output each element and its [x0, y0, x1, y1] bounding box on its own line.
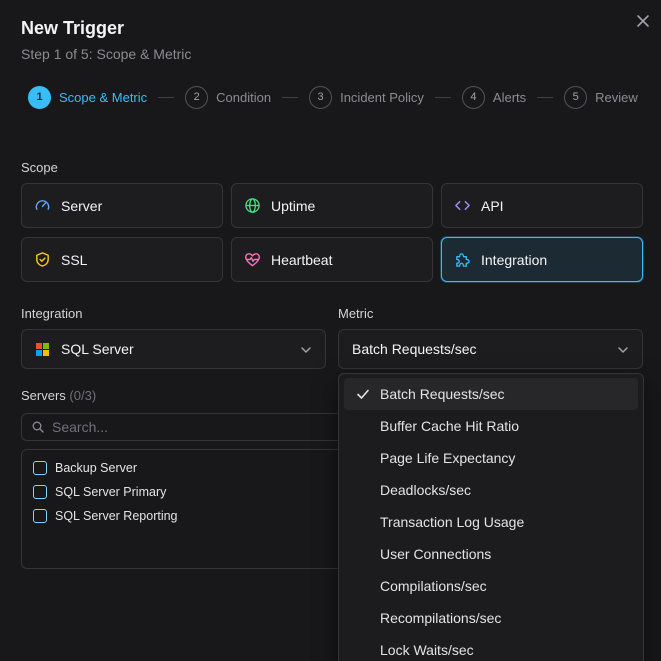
- metric-option-label: Batch Requests/sec: [380, 386, 505, 402]
- stepper: 1 Scope & Metric 2 Condition 3 Incident …: [28, 85, 638, 109]
- step-review[interactable]: 5 Review: [564, 85, 638, 109]
- server-name: SQL Server Reporting: [55, 509, 178, 523]
- metric-option[interactable]: Batch Requests/sec: [344, 378, 638, 410]
- server-search: [21, 413, 351, 441]
- integration-label: Integration: [21, 306, 83, 321]
- metric-option-label: Transaction Log Usage: [380, 514, 525, 530]
- step-label: Scope & Metric: [59, 89, 148, 105]
- metric-option[interactable]: Buffer Cache Hit Ratio: [344, 410, 638, 442]
- dialog-title: New Trigger: [21, 18, 125, 38]
- server-name: SQL Server Primary: [55, 485, 167, 499]
- metric-option[interactable]: Deadlocks/sec: [344, 474, 638, 506]
- puzzle-icon: [454, 251, 471, 268]
- scope-option-label: Uptime: [271, 197, 316, 214]
- metric-value: Batch Requests/sec: [352, 341, 477, 357]
- heart-pulse-icon: [244, 251, 261, 268]
- scope-option-heartbeat[interactable]: Heartbeat: [231, 237, 433, 282]
- step-condition[interactable]: 2 Condition: [185, 85, 272, 109]
- scope-option-label: Heartbeat: [271, 251, 333, 268]
- metric-option[interactable]: Transaction Log Usage: [344, 506, 638, 538]
- microsoft-logo-icon: [36, 342, 49, 356]
- step-label: Alerts: [492, 89, 527, 105]
- close-icon[interactable]: [634, 12, 652, 30]
- dialog-subtitle: Step 1 of 5: Scope & Metric: [21, 46, 192, 62]
- scope-label: Scope: [21, 160, 58, 175]
- metric-label: Metric: [338, 306, 374, 321]
- shield-icon: [34, 251, 51, 268]
- metric-dropdown: Batch Requests/sec Buffer Cache Hit Rati…: [338, 373, 644, 661]
- scope-option-label: Server: [61, 197, 103, 214]
- server-name: Backup Server: [55, 461, 137, 475]
- search-input[interactable]: [52, 419, 332, 435]
- metric-option[interactable]: User Connections: [344, 538, 638, 570]
- scope-option-label: SSL: [61, 251, 88, 268]
- checkbox[interactable]: [33, 461, 47, 475]
- metric-select[interactable]: Batch Requests/sec: [338, 329, 643, 369]
- checkbox[interactable]: [33, 485, 47, 499]
- server-item-reporting[interactable]: SQL Server Reporting: [22, 504, 350, 528]
- metric-option[interactable]: Recompilations/sec: [344, 602, 638, 634]
- chevron-down-icon: [616, 343, 630, 357]
- metric-option-label: Recompilations/sec: [380, 610, 502, 626]
- step-separator: [158, 96, 175, 98]
- metric-option[interactable]: Page Life Expectancy: [344, 442, 638, 474]
- step-number: 5: [564, 85, 588, 109]
- step-number: 3: [309, 85, 333, 109]
- step-number: 4: [461, 85, 485, 109]
- step-separator: [282, 96, 299, 98]
- metric-option-label: Compilations/sec: [380, 578, 487, 594]
- metric-option[interactable]: Compilations/sec: [344, 570, 638, 602]
- metric-option-label: User Connections: [380, 546, 492, 562]
- step-scope-metric[interactable]: 1 Scope & Metric: [28, 85, 148, 109]
- integration-select[interactable]: SQL Server: [21, 329, 326, 369]
- metric-option-label: Buffer Cache Hit Ratio: [380, 418, 520, 434]
- step-incident-policy[interactable]: 3 Incident Policy: [309, 85, 424, 109]
- gauge-icon: [34, 197, 51, 214]
- scope-option-uptime[interactable]: Uptime: [231, 183, 433, 228]
- step-separator: [434, 96, 451, 98]
- servers-count: (0/3): [69, 388, 97, 403]
- globe-icon: [244, 197, 261, 214]
- scope-option-label: Integration: [481, 251, 548, 268]
- servers-label: Servers (0/3): [21, 388, 96, 403]
- scope-options: Server Uptime API SSL Heartbeat Integrat…: [21, 183, 643, 282]
- chevron-down-icon: [299, 343, 313, 357]
- scope-option-label: API: [481, 197, 504, 214]
- servers-label-text: Servers: [21, 388, 66, 403]
- metric-option-label: Deadlocks/sec: [380, 482, 472, 498]
- step-separator: [537, 96, 554, 98]
- server-item-backup[interactable]: Backup Server: [22, 456, 350, 480]
- step-label: Incident Policy: [340, 89, 424, 105]
- scope-option-server[interactable]: Server: [21, 183, 223, 228]
- metric-option-label: Page Life Expectancy: [380, 450, 516, 466]
- server-item-primary[interactable]: SQL Server Primary: [22, 480, 350, 504]
- checkbox[interactable]: [33, 509, 47, 523]
- search-icon: [32, 421, 44, 433]
- step-label: Review: [595, 89, 638, 105]
- code-icon: [454, 197, 471, 214]
- check-icon: [356, 387, 370, 401]
- step-number: 2: [185, 85, 209, 109]
- integration-value: SQL Server: [61, 341, 134, 357]
- server-list: Backup Server SQL Server Primary SQL Ser…: [21, 449, 351, 569]
- metric-option[interactable]: Lock Waits/sec: [344, 634, 638, 661]
- step-label: Condition: [216, 89, 272, 105]
- step-number: 1: [28, 85, 51, 109]
- step-alerts[interactable]: 4 Alerts: [461, 85, 527, 109]
- scope-option-api[interactable]: API: [441, 183, 643, 228]
- scope-option-integration[interactable]: Integration: [441, 237, 643, 282]
- metric-option-label: Lock Waits/sec: [380, 642, 474, 658]
- scope-option-ssl[interactable]: SSL: [21, 237, 223, 282]
